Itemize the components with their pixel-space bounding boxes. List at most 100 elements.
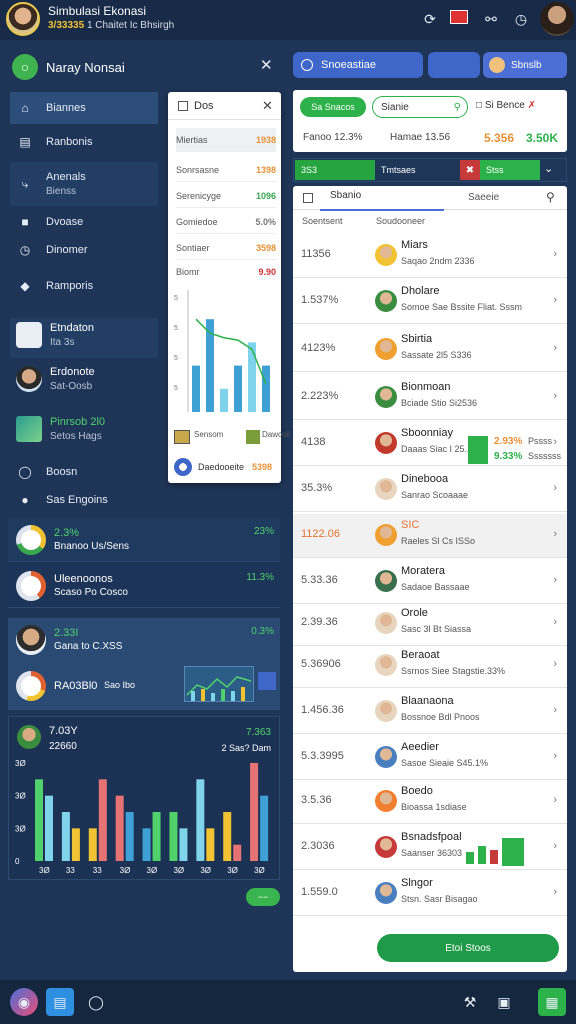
avatar: [375, 882, 397, 904]
column-header[interactable]: Soudooneer: [376, 216, 425, 226]
list-item[interactable]: 5.36906 Beraoat Ssrnos Siee Stagstie.33% ›: [293, 644, 567, 688]
list-item[interactable]: 1.456.36 Blaanaona Bossnoe Bdl Pnoos ›: [293, 690, 567, 734]
popup-row[interactable]: Gomiedoe 5.0%: [176, 210, 276, 234]
stat-value: 13.56: [425, 132, 451, 143]
nav-item-misc-2[interactable]: ● Sas Engoins: [10, 484, 158, 516]
chevron-right-icon[interactable]: ›: [553, 436, 557, 448]
nav-item-6[interactable]: ◆ Ramporis: [10, 270, 158, 302]
list-item[interactable]: 5.33.36 Moratera Sadaoe Bassaae ›: [293, 560, 567, 604]
green-action-button[interactable]: Sa Snacos: [300, 97, 366, 117]
tab-list-a[interactable]: Sbanio: [330, 190, 361, 201]
chevron-right-icon[interactable]: ›: [553, 750, 557, 762]
app-icon[interactable]: ◉: [10, 988, 38, 1016]
tab-indicator: [320, 209, 444, 211]
list-item[interactable]: 4123% Sbirtia Sassate 2l5 S336 ›: [293, 328, 567, 372]
left-row[interactable]: Uleenoonos Scaso Po Cosco 11.3%: [8, 564, 280, 608]
left-row[interactable]: 2.33I Gana to C.XSS 0.3%: [8, 618, 280, 662]
column-header[interactable]: Soentsent: [302, 216, 343, 226]
list-item[interactable]: 1.537% Dholare Somoe Sae Bssite Fliat. Sss…: [293, 280, 567, 324]
circle-icon[interactable]: ◯: [82, 988, 110, 1016]
list-item[interactable]: 2.3036 Bsnadsfpoal Saanser 36303 ›: [293, 826, 567, 870]
avatar: [375, 654, 397, 676]
user-avatar[interactable]: [6, 2, 40, 36]
item-percent: 1.559.0: [301, 886, 338, 898]
chevron-right-icon[interactable]: ›: [553, 528, 557, 540]
nav-item-2[interactable]: ▤ Ranbonis: [10, 126, 158, 158]
chevron-right-icon[interactable]: ›: [553, 704, 557, 716]
progress-segment-label: Tmtsaes: [381, 165, 416, 175]
tab-profile[interactable]: Sbnslb: [483, 52, 567, 78]
left-row[interactable]: 2.3% Bnanoo Us/Sens 23%: [8, 518, 280, 562]
chevron-right-icon[interactable]: ›: [553, 840, 557, 852]
mini-label: Sensom: [194, 430, 224, 439]
list-item[interactable]: 1.559.0 Slngor Stsn. Sasr Bisagao ›: [293, 872, 567, 916]
person-row[interactable]: Etndaton Ita 3s: [10, 318, 158, 358]
summary-right[interactable]: □ Si Bence ✗: [476, 100, 536, 111]
screen-icon[interactable]: ▣: [490, 988, 518, 1016]
chevron-right-icon[interactable]: ›: [553, 390, 557, 402]
tab-list-b[interactable]: Saeeie: [468, 192, 499, 203]
search-input[interactable]: Sianie ⚲: [372, 96, 468, 118]
chevron-right-icon[interactable]: ›: [553, 248, 557, 260]
popup-row[interactable]: Biomr 9.90: [176, 260, 276, 284]
item-name: Sbirtia: [401, 333, 433, 345]
square-badge-icon: [258, 672, 276, 690]
list-item[interactable]: 11356 Miars Saqao 2ndm 2336 ›: [293, 234, 567, 278]
list-item[interactable]: 2.39.36 Orole Sasc 3l Bt Siassa ›: [293, 602, 567, 646]
alert-icon[interactable]: ✖: [460, 160, 480, 180]
search-icon[interactable]: ⚲: [546, 190, 555, 204]
nav-item-3[interactable]: ⤷ Anenals Bienss: [10, 162, 158, 206]
list-item[interactable]: 2.223% Bionmoan Bciade Stio Si2536 ›: [293, 376, 567, 420]
chevron-right-icon[interactable]: ›: [553, 574, 557, 586]
item-sub: Sassate 2l5 S336: [401, 350, 472, 360]
run-icon: ⤷: [21, 176, 29, 191]
popup-row[interactable]: Miertias 1938: [176, 128, 276, 152]
chevron-down-icon[interactable]: ⌄: [544, 162, 553, 175]
clock-icon[interactable]: ◷: [511, 9, 531, 29]
list-item[interactable]: 1122.06 SIC Raeles Sl Cs ISSo ›: [293, 514, 567, 558]
primary-cta-button[interactable]: Etoi Stoos: [377, 934, 559, 962]
bar-icon: [478, 846, 486, 864]
tab-secondary[interactable]: [428, 52, 480, 78]
bar: [125, 812, 134, 861]
folder-icon[interactable]: ▤: [46, 988, 74, 1016]
tab-main[interactable]: Snoeastiae: [293, 52, 423, 78]
close-icon[interactable]: ✕: [260, 56, 273, 74]
search-icon: ⚲: [453, 101, 461, 113]
popup-row[interactable]: Sonrsasne 1398: [176, 158, 276, 182]
chevron-right-icon[interactable]: ›: [553, 294, 557, 306]
checkbox-icon[interactable]: [178, 101, 188, 111]
item-percent: 3.5.36: [301, 794, 332, 806]
chevron-right-icon[interactable]: ›: [553, 616, 557, 628]
chevron-right-icon[interactable]: ›: [553, 482, 557, 494]
chevron-right-icon[interactable]: ›: [553, 794, 557, 806]
sidebar-title: Naray Nonsai: [46, 60, 125, 75]
row-text: RA03Bl0: [54, 680, 97, 692]
person-row[interactable]: Erdonote Sat-Oosb: [10, 366, 158, 392]
list-item[interactable]: 35.3% Dinebooa Sanrao Scoaaae ›: [293, 468, 567, 512]
grid-icon[interactable]: ▦: [538, 988, 566, 1016]
green-pill-button[interactable]: −−: [246, 888, 280, 906]
nav-item-5[interactable]: ◷ Dinomer: [10, 234, 158, 266]
person-row[interactable]: Pinrsob 2l0 Setos Hags: [10, 416, 158, 442]
flag-icon[interactable]: [450, 10, 468, 24]
progress-segment: 3S3: [295, 160, 375, 180]
list-item[interactable]: 5.3.3995 Aeedier Sasoe Sieaie S45.1% ›: [293, 736, 567, 780]
tools-icon[interactable]: ⚒: [456, 988, 484, 1016]
checkbox-icon[interactable]: [303, 193, 313, 203]
globe-icon[interactable]: ⚯: [481, 9, 501, 29]
list-item[interactable]: 4138 Sboonniay Daaas Siac I 25.1 ›: [293, 422, 567, 466]
left-row[interactable]: RA03Bl0 Sao Ibo: [8, 662, 280, 710]
list-item[interactable]: 3.5.36 Boedo Bioassa 1sdiase ›: [293, 780, 567, 824]
close-icon[interactable]: ✕: [262, 98, 273, 114]
chevron-right-icon[interactable]: ›: [553, 342, 557, 354]
chevron-right-icon[interactable]: ›: [553, 886, 557, 898]
spinner-icon[interactable]: ⟳: [420, 9, 440, 29]
lock-icon: □: [476, 100, 483, 111]
popup-row[interactable]: Sontiaer 3598: [176, 236, 276, 260]
row-label: Miertias: [176, 134, 208, 145]
popup-row[interactable]: Serenicyge 1096: [176, 184, 276, 208]
nav-item-1[interactable]: ⌂ Biannes: [10, 92, 158, 124]
chevron-right-icon[interactable]: ›: [553, 658, 557, 670]
profile-avatar[interactable]: [540, 2, 574, 36]
